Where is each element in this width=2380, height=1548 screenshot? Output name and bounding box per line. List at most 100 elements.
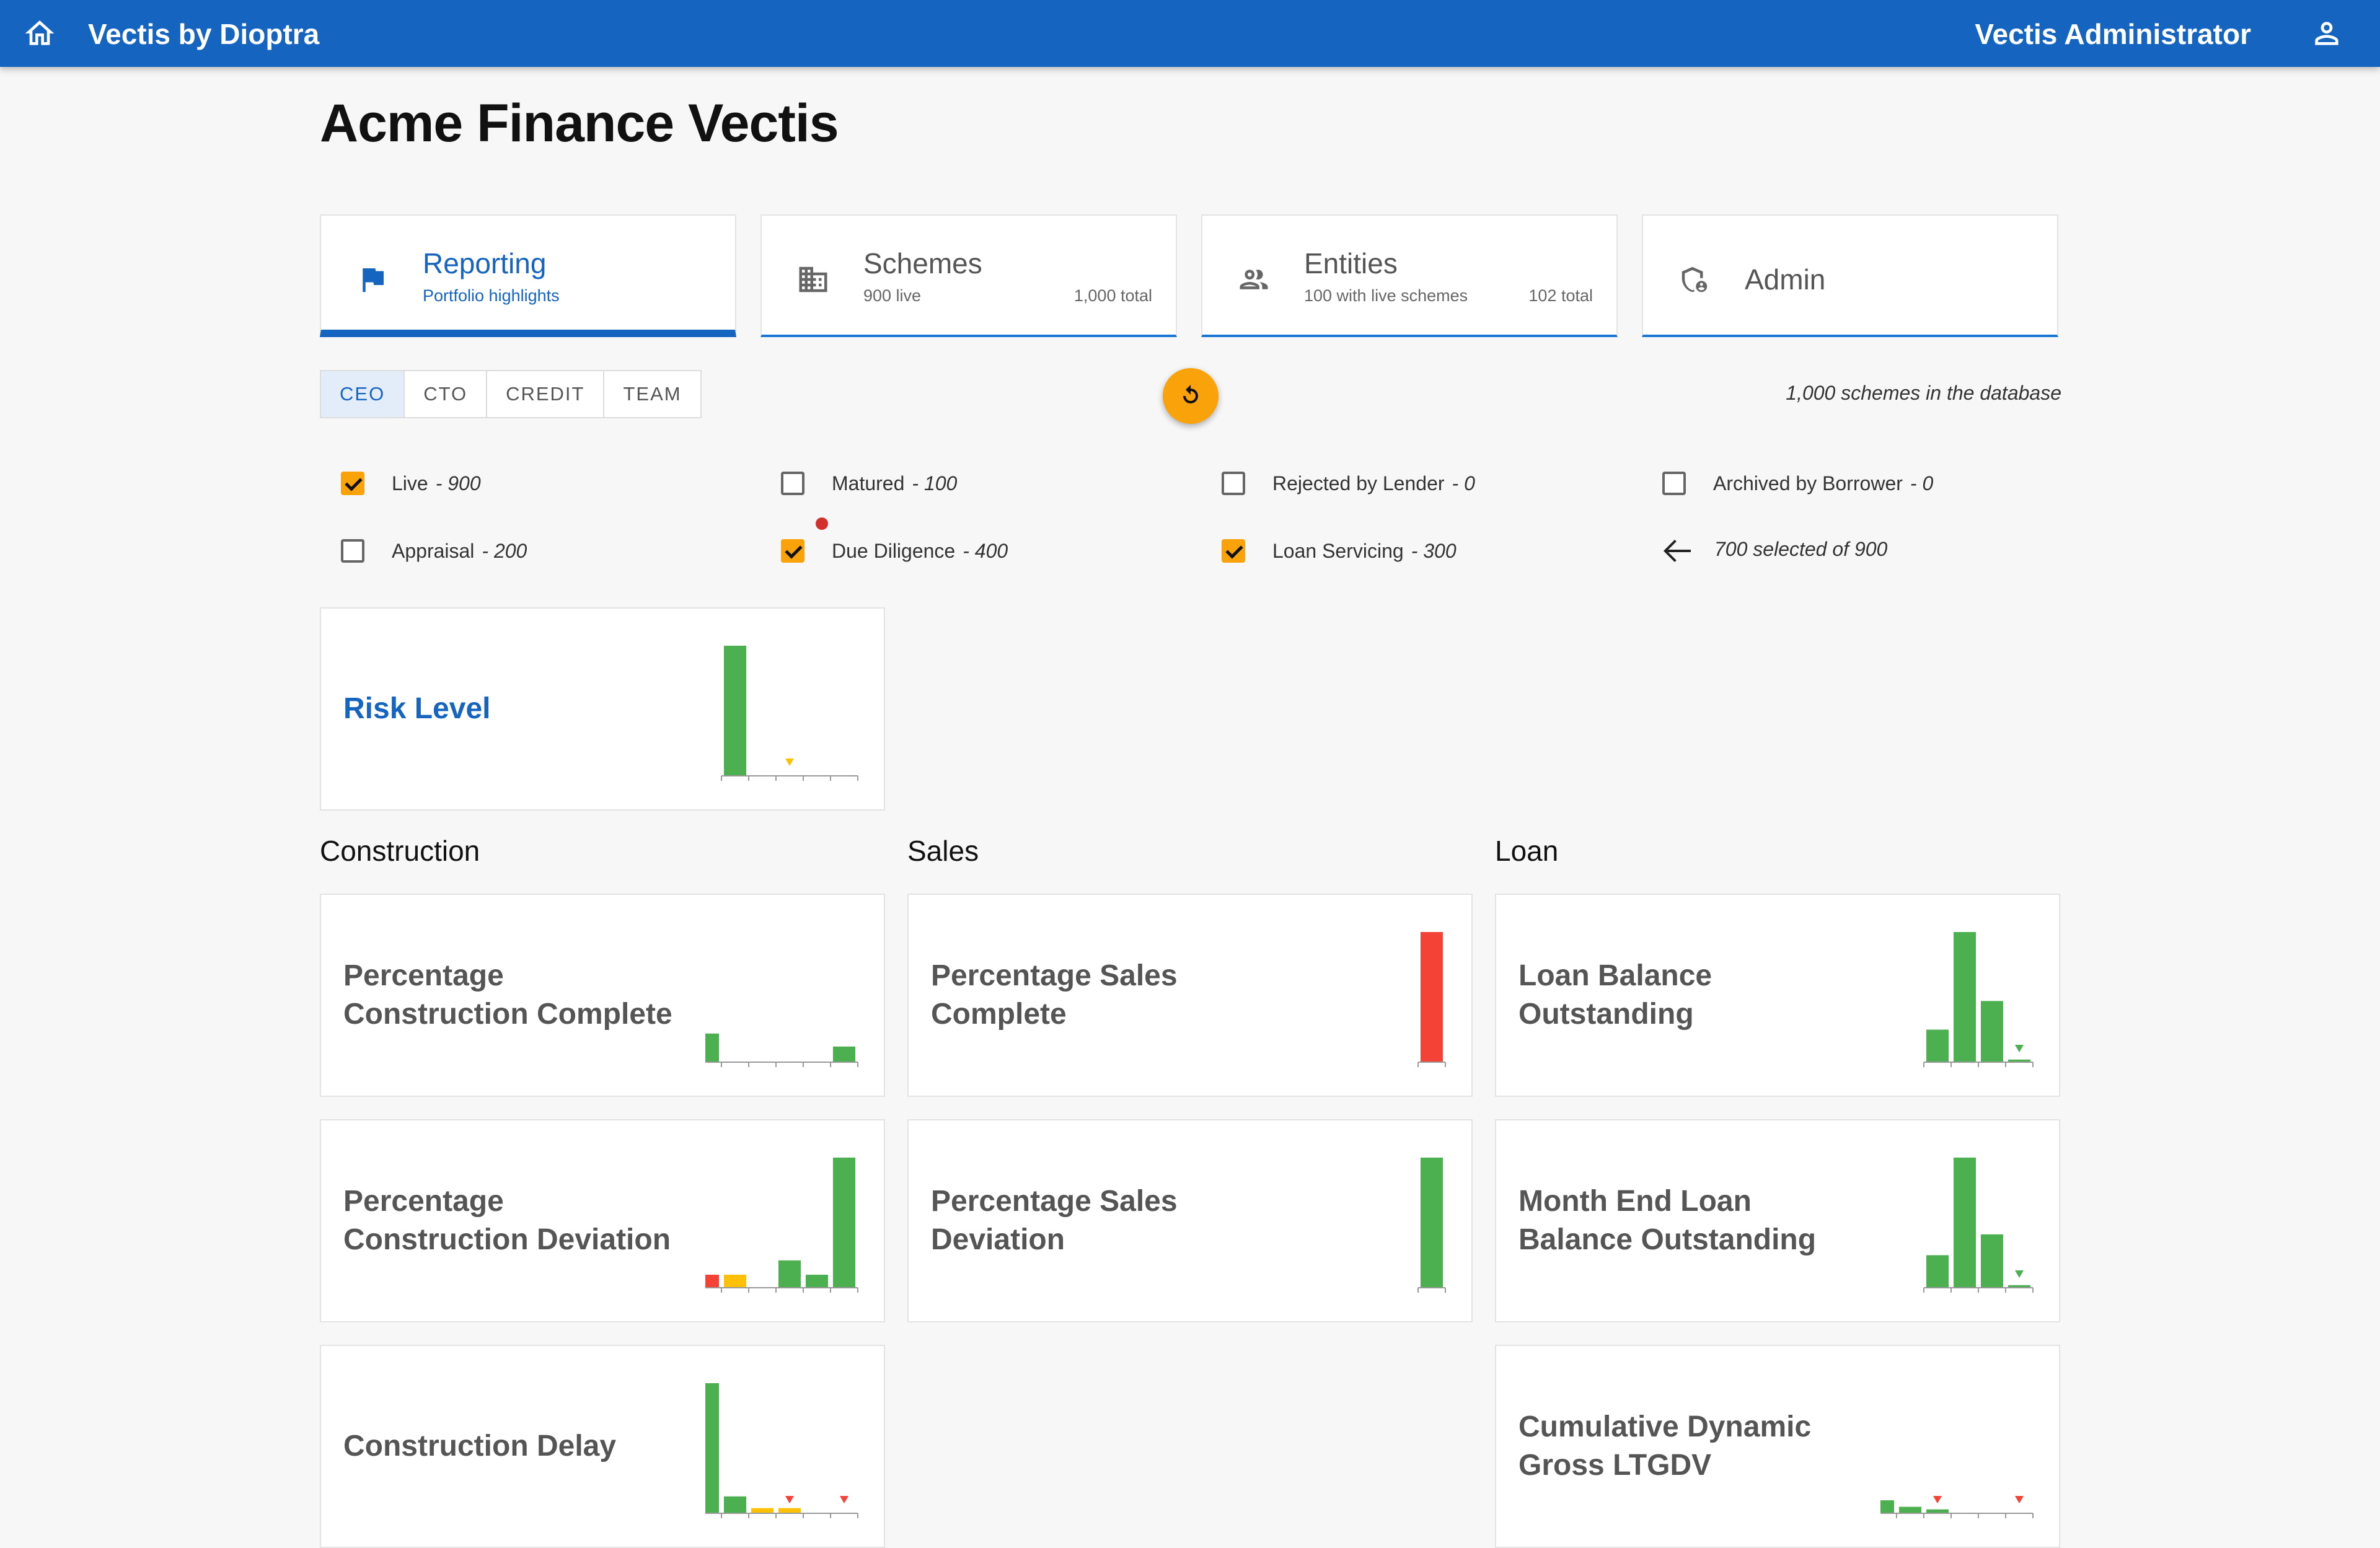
metric-title: Construction Delay: [343, 1430, 617, 1462]
mini-histogram-chart: [721, 646, 858, 781]
checkbox-appraisal[interactable]: [341, 539, 364, 563]
metric-card-percentage-sales-complete[interactable]: Percentage Sales Complete: [907, 894, 1473, 1097]
mini-histogram-chart: [1417, 932, 1446, 1067]
histogram-bar: [778, 1260, 801, 1288]
refresh-icon: [1183, 385, 1198, 403]
filter-label: Live: [392, 472, 428, 495]
metric-title: Percentage Sales Deviation: [931, 1185, 1178, 1256]
histogram-bar: [724, 1275, 746, 1288]
histogram-bar: [806, 1275, 828, 1288]
filter-count: - 900: [435, 472, 481, 495]
filter-label: Matured: [832, 472, 905, 495]
nav-card-admin[interactable]: Admin: [1642, 214, 2058, 337]
filter-count: - 400: [963, 539, 1008, 562]
page-title: Acme Finance Vectis: [320, 94, 839, 153]
metric-card-cumulative-dynamic-gross-ltgdv[interactable]: Cumulative Dynamic Gross LTGDV: [1495, 1345, 2060, 1548]
role-button-credit[interactable]: CREDIT: [487, 371, 605, 417]
selected-count-text: 700 selected of 900: [1714, 538, 1888, 560]
metric-card-loan-balance-outstanding[interactable]: Loan Balance Outstanding: [1495, 894, 2060, 1097]
people-icon: [1237, 263, 1271, 296]
nav-card-reporting[interactable]: Reporting Portfolio highlights: [320, 214, 736, 337]
histogram-marker: [1933, 1496, 1942, 1503]
role-button-team[interactable]: TEAM: [604, 371, 700, 417]
filter-count: - 0: [1452, 472, 1475, 495]
metric-title: Loan Balance Outstanding: [1518, 959, 1712, 1031]
histogram-bar: [724, 646, 746, 776]
building-icon: [796, 263, 830, 296]
histogram-bar: [1981, 1001, 2003, 1062]
filter-due-diligence[interactable]: Due Diligence - 400: [781, 537, 1008, 565]
scheme-count-text: 1,000 schemes in the database: [1786, 382, 2061, 404]
metric-card-construction-delay[interactable]: Construction Delay: [320, 1345, 885, 1548]
filter-appraisal[interactable]: Appraisal - 200: [341, 537, 527, 565]
nav-card-entities[interactable]: Entities 100 with live schemes 102 total: [1201, 214, 1618, 337]
filter-rejected-by-lender[interactable]: Rejected by Lender - 0: [1222, 470, 1475, 497]
metric-card-month-end-loan-balance-outstanding[interactable]: Month End Loan Balance Outstanding: [1495, 1119, 2060, 1322]
metric-title: Risk Level: [343, 692, 491, 725]
nav-card-schemes[interactable]: Schemes 900 live 1,000 total: [760, 214, 1177, 337]
metric-title: Percentage Sales Complete: [931, 959, 1178, 1031]
histogram-bar: [778, 1508, 801, 1513]
user-name[interactable]: Vectis Administrator: [1975, 17, 2251, 51]
filter-archived-by-borrower[interactable]: Archived by Borrower - 0: [1662, 470, 1933, 497]
mini-histogram-chart: [1923, 1158, 2034, 1293]
filter-label: Archived by Borrower: [1713, 472, 1903, 495]
metric-card-risk-level[interactable]: Risk Level: [320, 607, 885, 811]
app-title[interactable]: Vectis by Dioptra: [88, 17, 319, 51]
nav-card-title: Schemes: [863, 247, 982, 279]
home-icon[interactable]: [22, 16, 57, 51]
filter-count: - 300: [1411, 539, 1457, 562]
arrow-left-icon[interactable]: [1661, 537, 1693, 565]
metric-title: Cumulative Dynamic Gross LTGDV: [1518, 1410, 1812, 1482]
histogram-bar: [1899, 1506, 1921, 1513]
filter-loan-servicing[interactable]: Loan Servicing - 300: [1222, 537, 1457, 565]
filter-count: - 0: [1910, 472, 1934, 495]
histogram-bar: [833, 1158, 855, 1288]
histogram-marker: [2015, 1496, 2024, 1503]
histogram-bar: [833, 1046, 855, 1062]
filter-count: - 100: [912, 472, 958, 495]
filter-label: Appraisal: [392, 539, 475, 562]
filter-label: Rejected by Lender: [1272, 472, 1445, 495]
filter-count: - 200: [482, 539, 527, 562]
histogram-bar: [751, 1508, 774, 1513]
role-button-ceo[interactable]: CEO: [321, 371, 405, 417]
checkbox-archived-by-borrower[interactable]: [1662, 472, 1686, 495]
checkbox-matured[interactable]: [781, 472, 804, 495]
filter-matured[interactable]: Matured - 100: [781, 470, 957, 497]
nav-card-total: 1,000 total: [1073, 286, 1152, 305]
checkbox-rejected-by-lender[interactable]: [1222, 472, 1245, 495]
mini-histogram-chart: [705, 1033, 858, 1067]
section-loan: Loan: [1495, 835, 1559, 867]
filter-live[interactable]: Live - 900: [341, 470, 481, 497]
mini-histogram-chart: [1417, 1158, 1446, 1293]
checkbox-due-diligence[interactable]: [781, 539, 804, 563]
filter-label: Loan Servicing: [1272, 539, 1404, 562]
notification-dot: [816, 517, 828, 530]
role-toggle-group: CEO CTO CREDIT TEAM: [320, 370, 702, 418]
histogram-marker: [2015, 1045, 2024, 1052]
role-button-cto[interactable]: CTO: [405, 371, 488, 417]
histogram-marker: [785, 759, 794, 766]
metric-title: Percentage Construction Complete: [343, 959, 672, 1031]
metric-card-percentage-construction-complete[interactable]: Percentage Construction Complete: [320, 894, 885, 1097]
app-bar: Vectis by Dioptra Vectis Administrator: [0, 0, 2380, 67]
checkbox-loan-servicing[interactable]: [1222, 539, 1245, 563]
mini-histogram-chart: [1923, 932, 2034, 1067]
person-icon[interactable]: [2309, 16, 2344, 51]
nav-card-total: 102 total: [1528, 286, 1593, 305]
nav-card-title: Admin: [1745, 263, 1826, 296]
filter-label: Due Diligence: [832, 539, 956, 562]
checkbox-live[interactable]: [341, 472, 364, 495]
section-construction: Construction: [320, 835, 480, 867]
histogram-bar: [1926, 1255, 1949, 1288]
histogram-bar: [1981, 1234, 2003, 1288]
metric-card-percentage-sales-deviation[interactable]: Percentage Sales Deviation: [907, 1119, 1473, 1322]
nav-card-title: Reporting: [423, 247, 547, 279]
metric-card-percentage-construction-deviation[interactable]: Percentage Construction Deviation: [320, 1119, 885, 1322]
histogram-marker: [785, 1496, 794, 1503]
histogram-bar: [705, 1275, 719, 1288]
refresh-button[interactable]: [1163, 368, 1219, 424]
histogram-bar: [1421, 932, 1443, 1062]
histogram-bar: [1421, 1158, 1443, 1288]
